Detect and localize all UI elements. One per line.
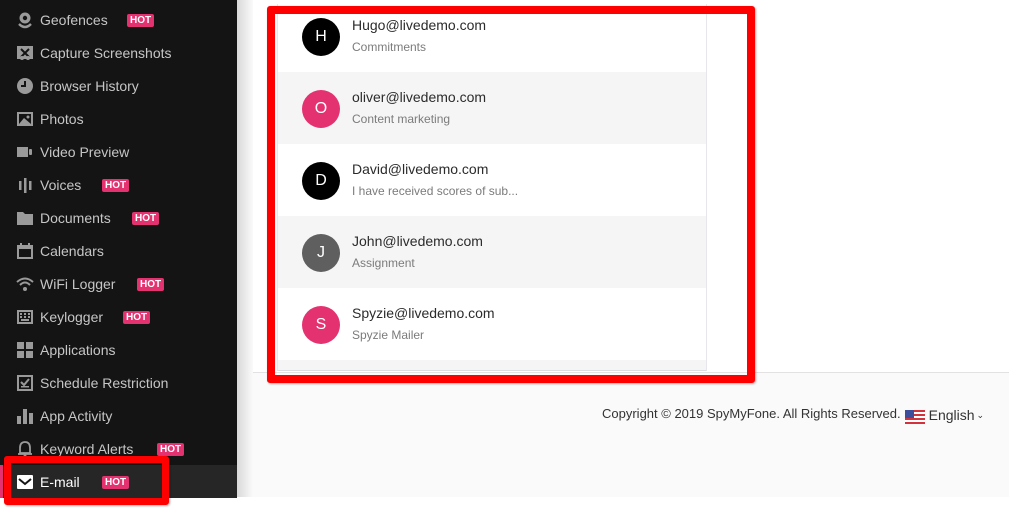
chevron-down-icon: ⌄: [976, 409, 985, 420]
sidebar-item-label: Calendars: [40, 242, 104, 259]
us-flag-icon: [904, 410, 925, 424]
calendar-icon: [16, 242, 34, 260]
email-list: H Hugo@livedemo.com Commitments Ooliver@liv…: [277, 4, 707, 371]
sidebar-item-label: E-mail: [40, 473, 80, 490]
sidebar-item-schedule-restriction[interactable]: Schedule Restriction: [0, 366, 237, 399]
email-subject: Spyzie Mailer: [352, 328, 425, 342]
sidebar-item-photos[interactable]: Photos: [0, 102, 237, 135]
sidebar-item-calendars[interactable]: Calendars: [0, 234, 237, 267]
schedule-check-icon: [16, 374, 34, 392]
sidebar-item-geofences[interactable]: Geofences HOT: [0, 3, 237, 36]
avatar: O: [302, 90, 340, 128]
sidebar-item-label: Geofences: [40, 11, 108, 28]
bell-icon: [16, 440, 34, 458]
email-list-item[interactable]: H Hugo@livedemo.com Commitments: [278, 4, 706, 72]
hot-badge: HOT: [137, 278, 165, 291]
email-list-item[interactable]: S Spyzie@livedemo.com Spyzie Mailer: [278, 288, 706, 360]
sidebar-item-label: Schedule Restriction: [40, 374, 169, 391]
sidebar-item-label: Video Preview: [40, 143, 130, 160]
hot-badge: HOT: [123, 311, 151, 324]
sidebar-item-label: Voices: [40, 176, 82, 193]
sidebar-item-wifi-logger[interactable]: WiFi Logger HOT: [0, 267, 237, 300]
sidebar-item-keylogger[interactable]: Keylogger HOT: [0, 300, 237, 333]
hot-badge: HOT: [132, 212, 160, 225]
sidebar-item-label: WiFi Logger: [40, 275, 116, 292]
hot-badge: HOT: [127, 14, 155, 27]
sidebar-item-label: App Activity: [40, 407, 113, 424]
audio-bars-icon: [16, 176, 34, 194]
avatar: J: [302, 234, 340, 272]
image-icon: [16, 110, 34, 128]
language-label: English: [928, 407, 975, 423]
sidebar-item-label: Keyword Alerts: [40, 440, 134, 457]
hot-badge: HOT: [102, 179, 130, 192]
sidebar-item-browser-history[interactable]: Browser History: [0, 69, 237, 102]
language-selector[interactable]: English ⌄: [901, 407, 985, 424]
wifi-icon: [16, 275, 34, 293]
sidebar-item-label: Capture Screenshots: [40, 44, 172, 61]
envelope-icon: [16, 473, 34, 491]
screenshot-icon: [16, 44, 34, 62]
copyright-text: Copyright © 2019 SpyMyFone. All Rights R…: [602, 405, 901, 421]
email-sender: John@livedemo.com: [352, 233, 483, 249]
sidebar-item-label: Applications: [40, 341, 116, 358]
sidebar-shadow: [237, 0, 253, 497]
folder-icon: [16, 209, 34, 227]
email-sender: David@livedemo.com: [352, 161, 489, 177]
hot-badge: HOT: [102, 476, 130, 489]
avatar: D: [302, 162, 340, 200]
hot-badge: HOT: [157, 443, 185, 456]
email-list-item[interactable]: J John@livedemo.com Assignment: [278, 216, 706, 288]
grid-icon: [16, 341, 34, 359]
bar-chart-icon: [16, 407, 34, 425]
email-subject: Commitments: [352, 40, 427, 54]
avatar: H: [302, 18, 340, 56]
map-pin-icon: [16, 11, 34, 29]
footer: Copyright © 2019 SpyMyFone. All Rights R…: [602, 405, 985, 424]
sidebar-nav: Geofences HOT Capture Screenshots Browser H…: [0, 0, 237, 498]
sidebar-item-label: Keylogger: [40, 308, 104, 325]
email-subject: I have received scores of sub...: [352, 184, 519, 198]
sidebar-item-capture-screenshots[interactable]: Capture Screenshots: [0, 36, 237, 69]
email-list-item[interactable]: D David@livedemo.com I have received score…: [278, 144, 706, 216]
email-subject: Assignment: [352, 256, 415, 270]
avatar: S: [302, 306, 340, 344]
sidebar-item-documents[interactable]: Documents HOT: [0, 201, 237, 234]
email-sender: Spyzie@livedemo.com: [352, 305, 495, 321]
sidebar-item-label: Documents: [40, 209, 111, 226]
sidebar-item-applications[interactable]: Applications: [0, 333, 237, 366]
email-sender: Hugo@livedemo.com: [352, 17, 487, 33]
email-sender: oliver@livedemo.com: [352, 89, 487, 105]
clock-icon: [16, 77, 34, 95]
sidebar-item-app-activity[interactable]: App Activity: [0, 399, 237, 432]
sidebar-item-keyword-alerts[interactable]: Keyword Alerts HOT: [0, 432, 237, 465]
sidebar-item-video-preview[interactable]: Video Preview: [0, 135, 237, 168]
sidebar-item-label: Photos: [40, 110, 84, 127]
email-list-item[interactable]: Ooliver@livedemo.com Content marketing: [278, 72, 706, 144]
sidebar-item-e-mail[interactable]: E-mail HOT: [0, 465, 237, 498]
keyboard-icon: [16, 308, 34, 326]
video-camera-icon: [16, 143, 34, 161]
email-list-item[interactable]: [278, 360, 706, 370]
sidebar-item-label: Browser History: [40, 77, 139, 94]
email-subject: Content marketing: [352, 112, 451, 126]
sidebar-item-voices[interactable]: Voices HOT: [0, 168, 237, 201]
